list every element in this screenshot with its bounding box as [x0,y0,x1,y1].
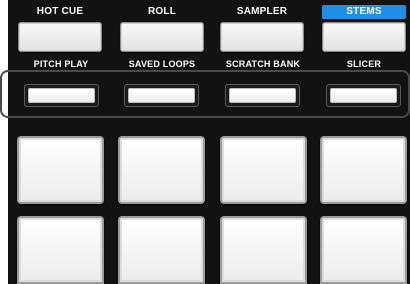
stems-label-active: STEMS [322,5,406,19]
pad-2[interactable] [118,136,205,204]
scratch-bank-button-face [229,88,296,103]
pad-1[interactable] [17,136,104,204]
pitch-play-button[interactable] [24,84,99,107]
pitch-play-label: PITCH PLAY [33,59,89,69]
slicer-label: SLICER [346,59,382,69]
pad-5[interactable] [17,216,104,284]
pitch-play-button-face [28,88,95,103]
slicer-button[interactable] [326,84,401,107]
roll-button[interactable] [120,22,204,52]
pad-4[interactable] [320,136,407,204]
saved-loops-button-face [128,88,195,103]
sampler-label: SAMPLER [236,6,288,17]
slicer-button-face [330,88,397,103]
stems-button[interactable] [322,22,406,52]
pad-6[interactable] [118,216,205,284]
pad-7[interactable] [220,216,307,284]
sampler-button[interactable] [220,22,304,52]
hot-cue-button[interactable] [18,22,102,52]
scratch-bank-label: SCRATCH BANK [225,59,301,69]
hot-cue-label: HOT CUE [36,6,84,17]
saved-loops-button[interactable] [124,84,199,107]
saved-loops-label: SAVED LOOPS [128,59,196,69]
scratch-bank-button[interactable] [225,84,300,107]
roll-label: ROLL [147,6,177,17]
pad-3[interactable] [220,136,307,204]
pad-8[interactable] [320,216,407,284]
